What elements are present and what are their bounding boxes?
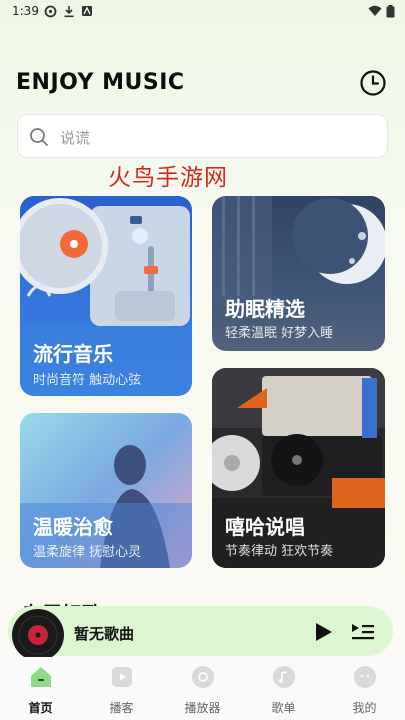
bottom-nav: 首页 播客 播放器 歌单 我的 <box>0 657 405 720</box>
play-icon[interactable] <box>311 620 335 644</box>
category-card-hiphop[interactable]: 嘻哈说唱 节奏律动 狂欢节奏 <box>212 368 385 568</box>
card-subtitle: 轻柔温眠 好梦入睡 <box>225 326 334 341</box>
nav-item-profile[interactable]: 我的 <box>324 657 405 720</box>
card-title: 流行音乐 <box>33 342 113 366</box>
page-title: ENJOY MUSIC <box>16 70 185 95</box>
app-icon <box>81 5 93 20</box>
watermark: 火鸟手游网 <box>108 165 228 191</box>
card-subtitle: 节奏律动 狂欢节奏 <box>225 544 334 559</box>
current-song-title: 暂无歌曲 <box>74 625 135 643</box>
wifi-icon <box>368 5 382 20</box>
profile-icon <box>354 666 376 688</box>
vinyl-disc-icon <box>12 609 64 661</box>
playlist-icon[interactable] <box>350 620 376 644</box>
sync-icon <box>44 5 57 21</box>
nav-label: 我的 <box>352 701 377 715</box>
search-icon <box>30 128 48 146</box>
music-note-icon <box>273 666 295 688</box>
search-input[interactable]: 说谎 <box>17 114 388 158</box>
nav-label: 播客 <box>109 701 134 715</box>
category-card-healing[interactable]: 温暖治愈 温柔旋律 抚慰心灵 <box>20 413 192 568</box>
home-icon <box>31 667 51 687</box>
card-subtitle: 温柔旋律 抚慰心灵 <box>33 545 142 560</box>
category-card-sleep[interactable]: 助眠精选 轻柔温眠 好梦入睡 <box>212 196 385 351</box>
podcast-icon <box>112 667 132 687</box>
search-placeholder: 说谎 <box>60 129 91 147</box>
nav-item-podcast[interactable]: 播客 <box>81 657 162 720</box>
nav-item-player[interactable]: 播放器 <box>162 657 243 720</box>
nav-label: 首页 <box>28 701 53 715</box>
battery-icon <box>386 5 395 21</box>
nav-label: 播放器 <box>184 701 221 715</box>
card-subtitle: 时尚音符 触动心弦 <box>33 373 142 388</box>
clock-icon <box>360 70 386 96</box>
download-icon <box>63 5 75 21</box>
nav-item-home[interactable]: 首页 <box>0 657 81 720</box>
card-title: 嘻哈说唱 <box>225 515 305 539</box>
mini-player[interactable] <box>8 606 393 656</box>
status-time: 1:39 <box>12 4 39 18</box>
status-bar: 1:39 <box>0 0 405 24</box>
history-button[interactable] <box>358 68 388 98</box>
nav-label: 歌单 <box>271 701 296 715</box>
category-card-pop[interactable]: 流行音乐 时尚音符 触动心弦 <box>20 196 192 396</box>
nav-item-playlist[interactable]: 歌单 <box>243 657 324 720</box>
card-title: 助眠精选 <box>225 297 305 321</box>
disc-icon <box>192 666 214 688</box>
card-title: 温暖治愈 <box>33 515 113 539</box>
